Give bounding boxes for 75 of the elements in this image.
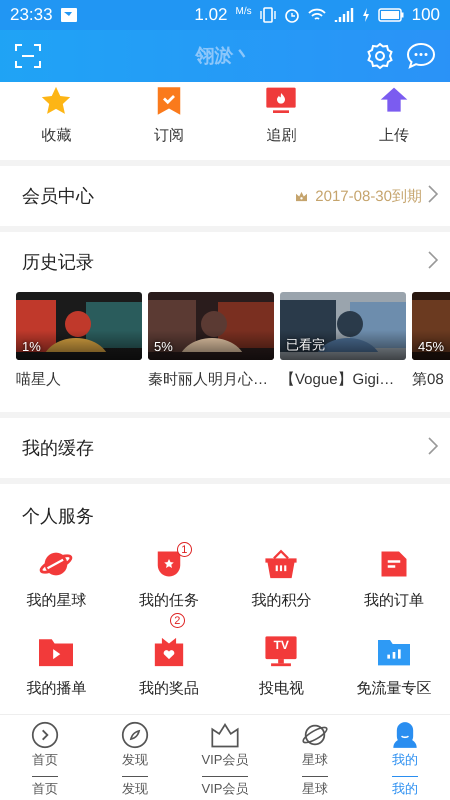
- service-button[interactable]: 我的星球: [0, 546, 112, 610]
- basket-icon: [263, 547, 300, 581]
- section-title: 个人服务: [21, 505, 95, 528]
- tab-label: VIP会员: [202, 751, 248, 769]
- tab[interactable]: 星球 星球: [270, 715, 360, 800]
- battery-level: 100: [412, 5, 440, 25]
- quick-action-button[interactable]: 订阅: [112, 82, 225, 160]
- tab[interactable]: VIP会员 VIP会员: [180, 715, 270, 800]
- service-button[interactable]: 我的积分: [225, 546, 338, 610]
- quick-action-button[interactable]: 上传: [338, 82, 450, 160]
- tab-label: 星球: [302, 751, 328, 769]
- tab-label: 发现: [122, 776, 148, 798]
- tab[interactable]: 发现 发现: [90, 715, 180, 800]
- tab[interactable]: 首页 首页: [0, 715, 90, 800]
- cache-row[interactable]: 我的缓存: [0, 418, 450, 478]
- clock-time: 23:33: [10, 5, 53, 25]
- video-title: 第08: [412, 370, 445, 389]
- compass-icon: [121, 721, 149, 749]
- play-circle-icon: [31, 721, 59, 749]
- user-icon: [391, 721, 419, 749]
- service-button[interactable]: 我的奖品: [112, 634, 225, 698]
- chevron-right-icon: [428, 436, 438, 454]
- tab-label: 星球: [302, 776, 328, 798]
- chevron-right-icon: [428, 184, 438, 202]
- history-item[interactable]: 1% 喵星人: [16, 292, 142, 389]
- settings-icon: [366, 42, 394, 70]
- video-title: 秦时丽人明月心…: [148, 370, 269, 389]
- scan-button[interactable]: [14, 43, 42, 69]
- tab-label: 首页: [32, 776, 58, 798]
- alarm-icon: [284, 7, 300, 23]
- signal-icon: [334, 8, 354, 22]
- tv-icon: [264, 635, 298, 669]
- thumbnail-caption: 1%: [22, 339, 41, 354]
- tab-label: 首页: [32, 751, 58, 769]
- charging-icon: [362, 8, 370, 22]
- chat-bubble-icon: [406, 42, 436, 70]
- message-button[interactable]: [406, 42, 436, 70]
- crown-icon: [210, 721, 240, 749]
- service-button[interactable]: 我的播单: [0, 634, 112, 698]
- quick-action-button[interactable]: 追剧: [225, 82, 338, 160]
- battery-icon: [378, 8, 404, 22]
- tab-label: 我的: [392, 751, 418, 769]
- wifi-icon: [308, 8, 326, 22]
- chevron-right-icon: [428, 250, 438, 268]
- annotation-mark: 2: [170, 613, 185, 628]
- history-item[interactable]: 5% 秦时丽人明月心…: [148, 292, 274, 389]
- service-button[interactable]: TV 投电视: [225, 634, 338, 698]
- annotation-mark: 1: [176, 542, 192, 557]
- history-item[interactable]: 45% 第08: [412, 292, 450, 389]
- history-header[interactable]: 历史记录: [0, 232, 450, 292]
- video-title: 【Vogue】Gigi…: [280, 370, 396, 389]
- tab-label: 发现: [122, 751, 148, 769]
- service-button[interactable]: 我的订单: [338, 546, 450, 610]
- tab-label: VIP会员: [202, 776, 248, 798]
- thumbnail-caption: 5%: [154, 339, 173, 354]
- quick-action-button[interactable]: 收藏: [0, 82, 112, 160]
- vibrate-icon: [260, 7, 276, 23]
- speed-unit: M/s: [236, 6, 252, 16]
- settings-button[interactable]: [366, 42, 394, 70]
- video-title: 喵星人: [16, 370, 62, 389]
- tab-label: 我的: [392, 776, 418, 798]
- username: 翎淤丶: [194, 45, 254, 69]
- image-notification-icon: [60, 8, 77, 22]
- service-button[interactable]: 免流量专区: [338, 634, 450, 698]
- row-title: 会员中心: [22, 185, 94, 208]
- expiry-date: 2017-08-30到期: [315, 186, 422, 206]
- crown-icon: [295, 190, 308, 202]
- tv-label: TV: [272, 638, 290, 652]
- row-title: 我的缓存: [22, 437, 94, 460]
- network-speed: 1.02: [194, 5, 228, 25]
- history-item[interactable]: 已看完 【Vogue】Gigi…: [280, 292, 406, 389]
- scan-icon: [14, 43, 42, 69]
- thumbnail-caption: 已看完: [286, 336, 325, 354]
- membership-row[interactable]: 会员中心 2017-08-30到期: [0, 166, 450, 226]
- thumbnail-caption: 45%: [418, 339, 444, 354]
